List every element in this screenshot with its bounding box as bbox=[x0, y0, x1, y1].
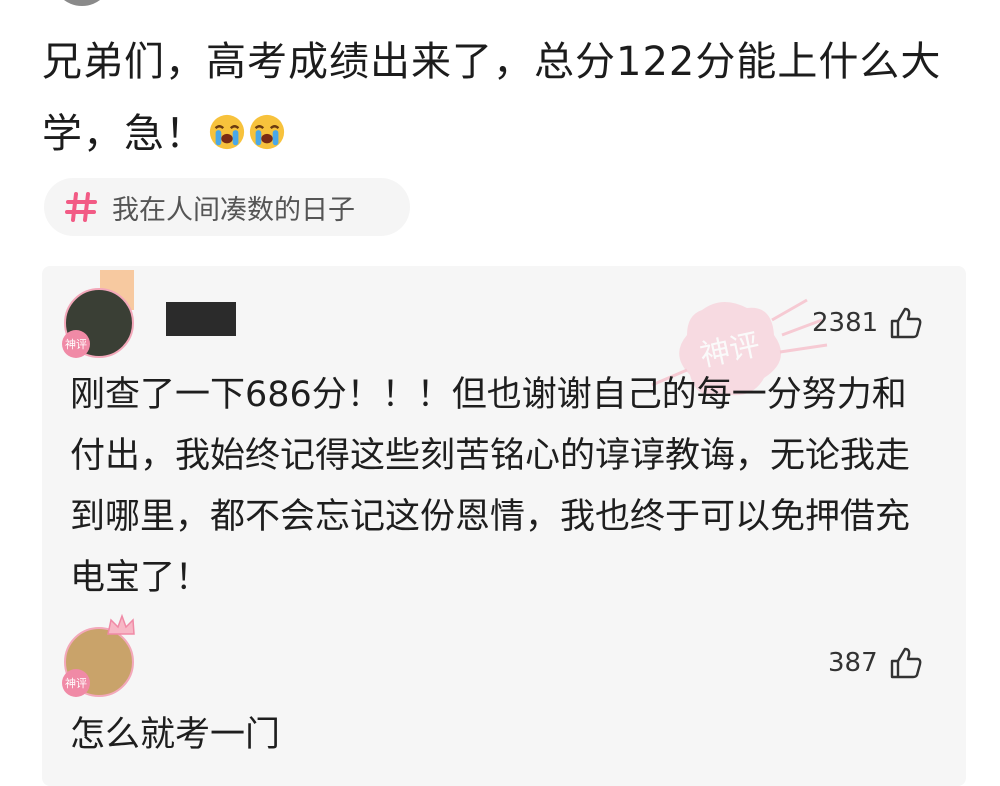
comment-avatar[interactable]: 神评 bbox=[62, 627, 134, 697]
username-redacted[interactable] bbox=[166, 302, 236, 336]
avatar-badge: 神评 bbox=[62, 669, 90, 697]
post-body: 兄弟们，高考成绩出来了，总分122分能上什么大学，急！ bbox=[42, 39, 942, 157]
topic-tag[interactable]: 我在人间凑数的日子 bbox=[44, 178, 410, 236]
comment-avatar[interactable]: 神评 bbox=[62, 288, 134, 358]
thumbs-up-icon bbox=[890, 307, 922, 339]
like-count: 387 bbox=[828, 648, 878, 678]
comment-text: 怎么就考一门 bbox=[70, 715, 281, 755]
comment-text: 刚查了一下686分！！！但也谢谢自己的每一分努力和付出，我始终记得这些刻苦铭心的… bbox=[70, 375, 911, 598]
like-button[interactable]: 387 bbox=[828, 645, 924, 681]
poster-avatar[interactable] bbox=[52, 0, 112, 6]
crying-face-icon bbox=[209, 114, 245, 150]
avatar-badge: 神评 bbox=[62, 330, 90, 358]
hashtag-icon bbox=[65, 192, 97, 222]
crown-icon bbox=[107, 614, 135, 635]
thumbs-up-icon bbox=[890, 647, 922, 679]
topic-label: 我在人间凑数的日子 bbox=[112, 194, 355, 226]
crying-face-icon bbox=[249, 114, 285, 150]
like-count: 2381 bbox=[812, 308, 879, 338]
like-button[interactable]: 2381 bbox=[812, 305, 924, 341]
post-text: 兄弟们，高考成绩出来了，总分122分能上什么大学，急！ bbox=[42, 26, 942, 170]
